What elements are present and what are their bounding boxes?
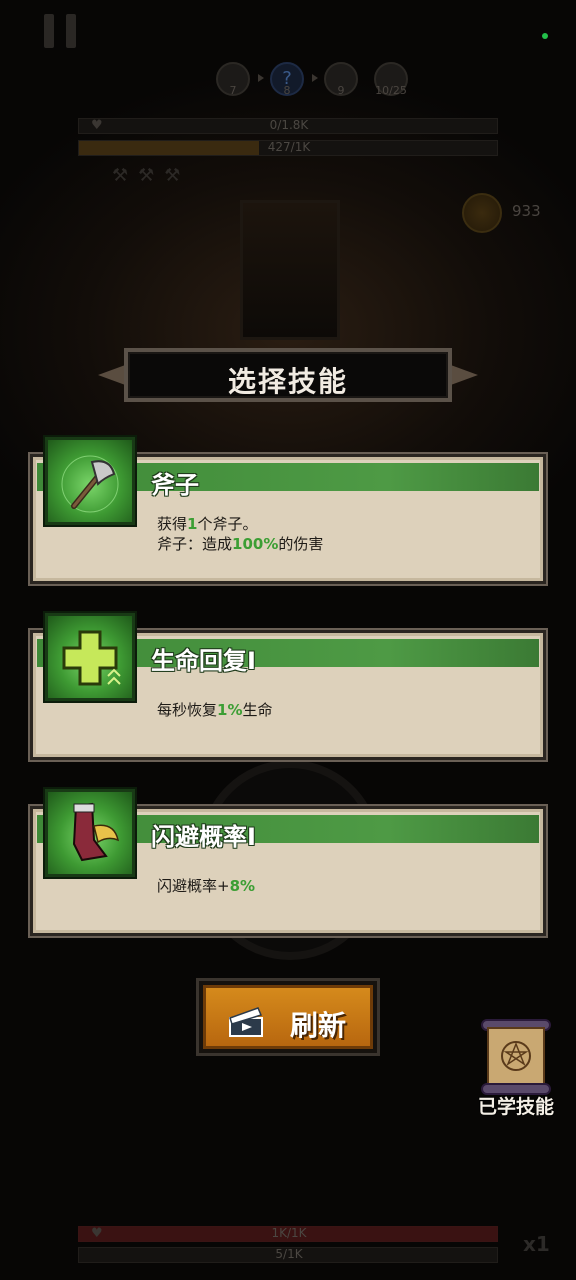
scroll-icon	[481, 1019, 551, 1095]
arrow-icon	[258, 74, 264, 82]
desc-text: 的伤害	[278, 535, 324, 553]
skill-name: 生命回复I	[151, 647, 256, 675]
desc-text: 每秒恢复	[157, 701, 218, 719]
winged-boot-icon	[45, 789, 135, 877]
desc-text: 获得	[157, 515, 188, 533]
skill-card-dodge[interactable]: 闪避概率I 闪避概率+8%	[30, 789, 546, 936]
learned-skills-button[interactable]: 已学技能	[466, 1014, 566, 1124]
skill-card-axe[interactable]: 斧子 获得1个斧子。 斧子：造成100%的伤害	[30, 437, 546, 584]
skill-card-regen[interactable]: 生命回复I 每秒恢复1%生命	[30, 613, 546, 760]
stage-number: 10/25	[375, 84, 407, 97]
desc-text: 斧子：造成	[157, 535, 233, 553]
skill-desc-line: 获得1个斧子。	[157, 513, 257, 534]
refresh-button[interactable]: 刷新	[196, 978, 380, 1056]
dialog-title: 选择技能	[227, 365, 348, 398]
pause-button[interactable]	[44, 14, 76, 48]
player-hp-text: 1K/1K	[271, 1226, 307, 1240]
desc-value: 1%	[217, 701, 243, 719]
axe-icon	[45, 437, 135, 525]
skill-name: 闪避概率I	[151, 823, 256, 851]
enemy-hp-bar: ♥ 0/1.8K	[78, 118, 498, 134]
enemy-hp-text: 0/1.8K	[269, 118, 309, 132]
enemy-exp-text: 427/1K	[267, 140, 311, 154]
desc-text: 闪避概率+	[157, 877, 230, 895]
coin-icon	[462, 193, 502, 233]
desc-value: 1	[187, 515, 198, 533]
desc-value: 100%	[232, 535, 279, 553]
skill-desc-line: 每秒恢复1%生命	[157, 699, 273, 720]
stage-progress: 7 ? 8 9 10/25	[212, 62, 412, 100]
skill-name: 斧子	[151, 471, 199, 499]
coin-count: 933	[512, 202, 541, 220]
stage-number: 9	[337, 84, 345, 97]
player-hp-bar: ♥ 1K/1K	[78, 1226, 498, 1242]
skill-select-banner: 选择技能	[98, 342, 478, 408]
status-dot	[542, 33, 548, 39]
player-xp-bar: 5/1K	[78, 1247, 498, 1263]
health-cross-icon	[45, 613, 135, 701]
skill-desc-line: 闪避概率+8%	[157, 875, 255, 896]
banner-spike-right	[448, 364, 478, 386]
skill-desc-line: 斧子：造成100%的伤害	[157, 533, 323, 554]
arrow-icon	[312, 74, 318, 82]
refresh-label: 刷新	[290, 1009, 347, 1042]
desc-text: 个斧子。	[197, 515, 258, 533]
player-xp-text: 5/1K	[275, 1247, 303, 1261]
desc-value: 8%	[229, 877, 256, 895]
title-box: 选择技能	[124, 348, 452, 402]
speed-toggle[interactable]: x1	[523, 1232, 550, 1256]
stage-number: 7	[229, 84, 237, 97]
desc-text: 生命	[242, 701, 273, 719]
learned-skills-label: 已学技能	[477, 1096, 554, 1118]
dungeon-doorway	[240, 200, 340, 340]
axe-ammo-icons: ⚒⚒⚒	[112, 165, 191, 186]
refresh-button-face: 刷新	[203, 985, 373, 1049]
stage-number: 8	[283, 84, 291, 97]
enemy-exp-bar: 427/1K	[78, 140, 498, 156]
video-clapper-icon	[229, 1007, 263, 1037]
